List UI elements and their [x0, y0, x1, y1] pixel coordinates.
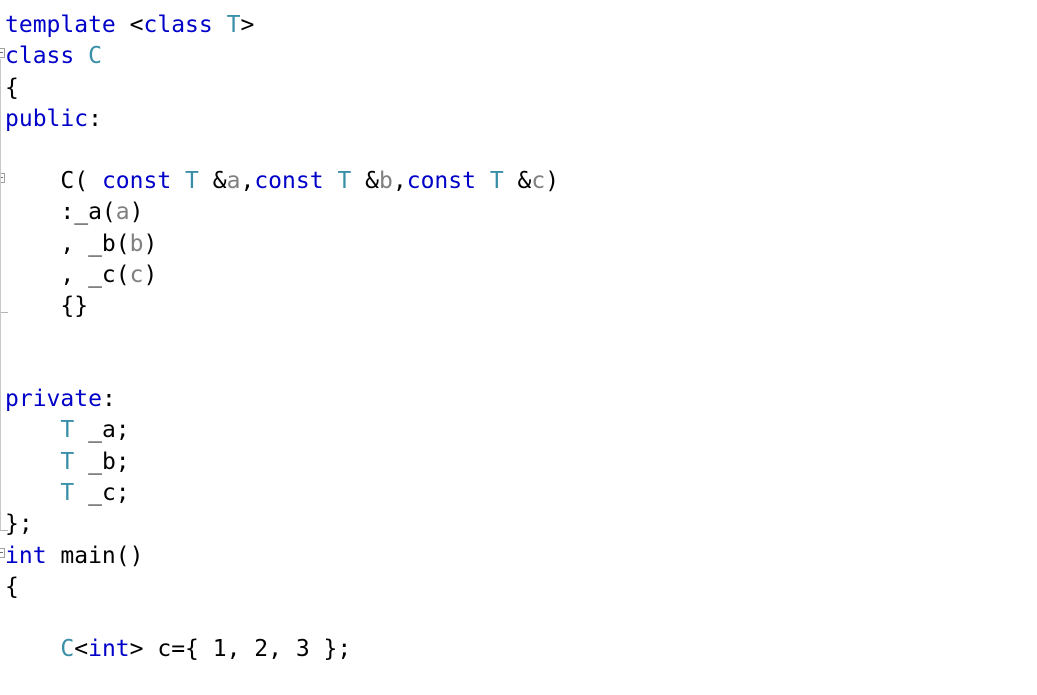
token-8-0: , _b(	[5, 231, 130, 257]
token-16-1: T	[60, 480, 75, 506]
token-1-4	[213, 12, 227, 38]
code-line-1[interactable]: template <class T>	[5, 10, 254, 41]
token-6-14	[476, 168, 490, 194]
token-1-1	[116, 12, 130, 38]
token-6-1: const	[101, 168, 172, 194]
token-6-16: &	[503, 168, 532, 194]
token-2-0: class	[5, 43, 75, 69]
token-1-0: template	[5, 12, 116, 38]
token-14-2: _a;	[74, 417, 130, 443]
token-1-2: <	[129, 12, 144, 38]
code-line-6[interactable]: C( const T &a,const T &b,const T &c)	[5, 166, 559, 197]
token-6-2	[171, 168, 185, 194]
code-line-21[interactable]: C<int> c={ 1, 2, 3 };	[5, 634, 351, 665]
token-9-1: c	[129, 262, 144, 288]
token-1-3: class	[143, 12, 213, 38]
code-line-3[interactable]: {	[5, 73, 19, 104]
token-7-1: a	[115, 199, 130, 225]
token-6-9: T	[337, 168, 352, 194]
code-line-13[interactable]: private:	[5, 384, 116, 415]
token-6-11: b	[379, 168, 393, 194]
code-line-8[interactable]: , _b(b)	[5, 229, 157, 260]
token-19-0: {	[5, 574, 19, 600]
token-1-6: >	[240, 12, 255, 38]
token-21-0	[5, 636, 60, 662]
code-line-11[interactable]	[5, 322, 19, 353]
code-line-2[interactable]: class C	[5, 41, 102, 72]
code-line-7[interactable]: :_a(a)	[5, 197, 144, 228]
token-21-1: C	[60, 636, 75, 662]
token-18-1: main()	[46, 543, 144, 569]
token-6-18: )	[545, 168, 560, 194]
token-6-13: const	[406, 168, 476, 194]
token-14-0	[5, 417, 60, 443]
code-line-5[interactable]	[5, 135, 19, 166]
token-8-1: b	[129, 231, 144, 257]
code-line-10[interactable]: {}	[5, 291, 88, 322]
code-line-18[interactable]: int main()	[5, 541, 143, 572]
token-18-0: int	[5, 543, 47, 569]
token-6-10: &	[351, 168, 379, 194]
token-6-6: ,	[240, 168, 255, 194]
token-21-4: > c={ 1, 2, 3 };	[129, 636, 352, 662]
code-line-16[interactable]: T _c;	[5, 478, 130, 509]
code-line-4[interactable]: public:	[5, 104, 102, 135]
token-6-0: C(	[5, 168, 102, 194]
token-9-0: , _c(	[5, 262, 130, 288]
code-line-20[interactable]	[5, 603, 19, 634]
token-1-5: T	[226, 12, 241, 38]
code-line-9[interactable]: , _c(c)	[5, 260, 157, 291]
token-7-0: :_a(	[5, 199, 116, 225]
token-4-0: public	[5, 106, 89, 132]
token-16-2: _c;	[74, 480, 130, 506]
token-13-1: :	[101, 386, 116, 412]
token-6-5: a	[226, 168, 241, 194]
token-21-3: int	[88, 636, 130, 662]
token-2-2: C	[88, 43, 102, 69]
token-4-1: :	[88, 106, 102, 132]
token-15-1: T	[60, 449, 75, 475]
token-6-12: ,	[392, 168, 407, 194]
token-6-17: c	[531, 168, 546, 194]
token-9-2: )	[143, 262, 158, 288]
token-10-0: {}	[5, 293, 89, 319]
token-2-1	[74, 43, 88, 69]
code-editor-pane[interactable]: template <class T> class C{public: C( con…	[0, 0, 1037, 695]
code-line-14[interactable]: T _a;	[5, 415, 130, 446]
token-15-0	[5, 449, 60, 475]
code-line-15[interactable]: T _b;	[5, 447, 130, 478]
token-6-4: &	[198, 168, 227, 194]
token-8-2: )	[143, 231, 158, 257]
code-line-17[interactable]: };	[5, 509, 33, 540]
token-6-3: T	[185, 168, 199, 194]
token-15-2: _b;	[74, 449, 130, 475]
token-3-0: {	[5, 75, 19, 101]
token-7-2: )	[129, 199, 144, 225]
code-line-12[interactable]	[5, 353, 19, 384]
token-16-0	[5, 480, 60, 506]
token-14-1: T	[60, 417, 75, 443]
token-13-0: private	[5, 386, 102, 412]
token-6-15: T	[489, 168, 504, 194]
token-17-0: };	[5, 511, 33, 537]
token-6-8	[324, 168, 338, 194]
token-6-7: const	[254, 168, 324, 194]
code-line-19[interactable]: {	[5, 572, 19, 603]
token-21-2: <	[74, 636, 89, 662]
code-text-area[interactable]: template <class T> class C{public: C( con…	[0, 0, 1037, 695]
